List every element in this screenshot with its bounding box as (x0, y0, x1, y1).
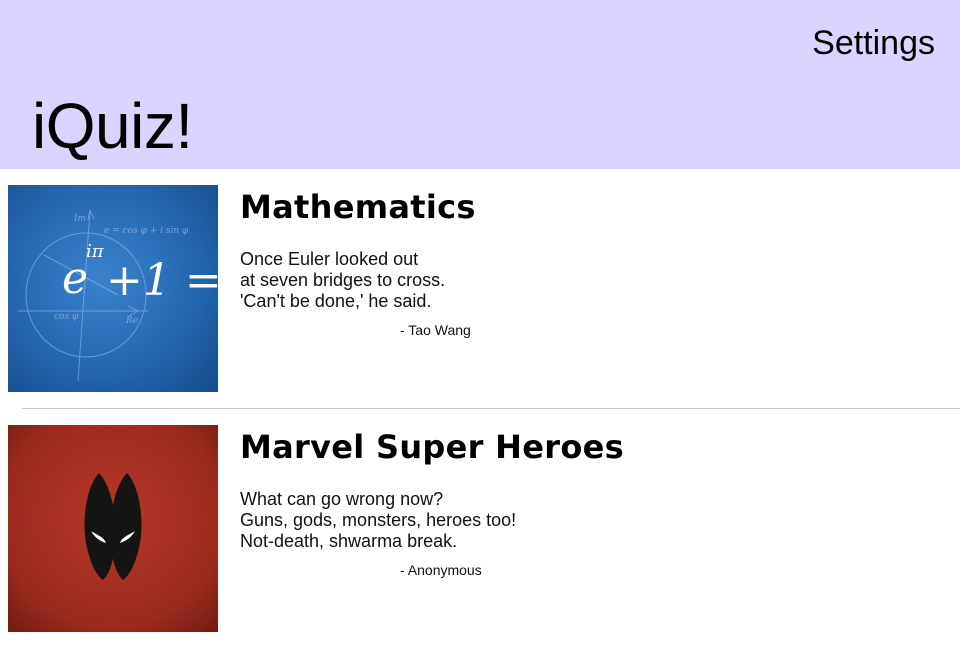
svg-text:iπ: iπ (86, 241, 105, 262)
navigation-bar: Settings iQuiz! (0, 0, 960, 169)
topic-row-mathematics[interactable]: Im e = cos φ + i sin φ cos φ Re e iπ +1 … (0, 169, 960, 409)
svg-text:e: e (62, 253, 88, 304)
svg-text:Re: Re (125, 316, 138, 326)
description-line: at seven bridges to cross. (240, 270, 446, 290)
topic-description: What can go wrong now? Guns, gods, monst… (240, 489, 516, 552)
topic-description: Once Euler looked out at seven bridges t… (240, 249, 445, 312)
description-line: Not-death, shwarma break. (240, 531, 458, 551)
deadpool-mask-image (8, 425, 218, 632)
page-title: iQuiz! (32, 90, 193, 162)
topic-title: Mathematics (240, 188, 476, 226)
topic-author: - Anonymous (400, 562, 482, 578)
svg-text:e = cos φ + i sin φ: e = cos φ + i sin φ (104, 226, 189, 236)
svg-text:Im: Im (73, 214, 86, 224)
svg-text:cos φ: cos φ (54, 312, 79, 322)
euler-identity-image: Im e = cos φ + i sin φ cos φ Re e iπ +1 … (8, 185, 218, 392)
description-line: Guns, gods, monsters, heroes too! (240, 510, 517, 530)
topic-title: Marvel Super Heroes (240, 428, 624, 466)
svg-text:+1 = 0: +1 = 0 (106, 255, 218, 306)
description-line: Once Euler looked out (240, 249, 419, 269)
topic-row-marvel-super-heroes[interactable]: Marvel Super Heroes What can go wrong no… (0, 409, 960, 649)
description-line: What can go wrong now? (240, 489, 444, 509)
description-line: 'Can't be done,' he said. (240, 291, 432, 311)
topic-author: - Tao Wang (400, 322, 471, 338)
settings-button[interactable]: Settings (812, 24, 935, 63)
